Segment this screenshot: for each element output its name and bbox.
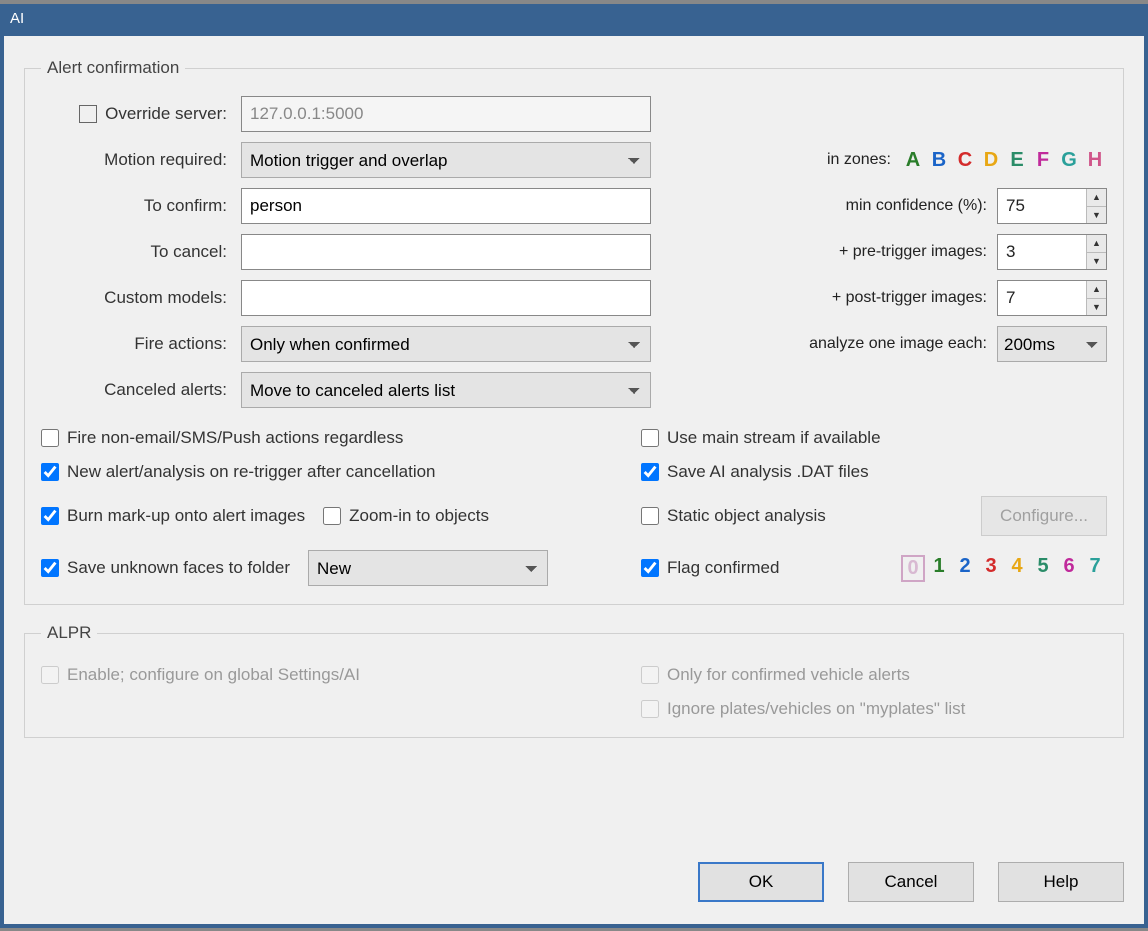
pre-trigger-label: + pre-trigger images:	[839, 243, 987, 261]
use-main-stream-checkbox[interactable]: Use main stream if available	[641, 428, 1107, 448]
custom-models-input[interactable]	[241, 280, 651, 316]
min-confidence-spinbox[interactable]: 75 ▲▼	[997, 188, 1107, 224]
cancel-button[interactable]: Cancel	[848, 862, 974, 902]
flag-number[interactable]: 5	[1031, 555, 1055, 582]
server-input[interactable]	[241, 96, 651, 132]
titlebar[interactable]: AI	[0, 4, 1148, 36]
static-object-checkbox[interactable]: Static object analysis	[641, 506, 826, 526]
save-dat-checkbox[interactable]: Save AI analysis .DAT files	[641, 462, 1107, 482]
help-button[interactable]: Help	[998, 862, 1124, 902]
ok-button[interactable]: OK	[698, 862, 824, 902]
configure-button[interactable]: Configure...	[981, 496, 1107, 536]
post-trigger-spinbox[interactable]: 7 ▲▼	[997, 280, 1107, 316]
alpr-ignore-myplates-checkbox: Ignore plates/vehicles on "myplates" lis…	[641, 699, 1107, 719]
alpr-confirmed-only-checkbox: Only for confirmed vehicle alerts	[641, 665, 1107, 685]
fire-actions-select[interactable]: Only when confirmed	[241, 326, 651, 362]
spin-up-icon[interactable]: ▲	[1087, 281, 1106, 299]
zone-letter[interactable]: G	[1057, 149, 1081, 172]
zone-letter[interactable]: A	[901, 149, 925, 172]
zone-letter[interactable]: D	[979, 149, 1003, 172]
spin-up-icon[interactable]: ▲	[1087, 235, 1106, 253]
alert-confirmation-legend: Alert confirmation	[41, 58, 185, 78]
to-cancel-label: To cancel:	[41, 242, 231, 262]
canceled-alerts-select[interactable]: Move to canceled alerts list	[241, 372, 651, 408]
client-area: Alert confirmation Override server: Moti…	[4, 36, 1144, 924]
post-trigger-label: + post-trigger images:	[832, 289, 987, 307]
spin-down-icon[interactable]: ▼	[1087, 253, 1106, 270]
flag-number[interactable]: 0	[901, 555, 925, 582]
faces-folder-select[interactable]: New	[308, 550, 548, 586]
min-confidence-label: min confidence (%):	[846, 197, 987, 215]
spin-down-icon[interactable]: ▼	[1087, 207, 1106, 224]
zone-letters[interactable]: ABCDEFGH	[901, 149, 1107, 172]
to-confirm-input[interactable]	[241, 188, 651, 224]
alpr-legend: ALPR	[41, 623, 97, 643]
analyze-each-label: analyze one image each:	[809, 335, 987, 353]
fire-regardless-checkbox[interactable]: Fire non-email/SMS/Push actions regardle…	[41, 428, 641, 448]
flag-number[interactable]: 4	[1005, 555, 1029, 582]
flag-number[interactable]: 2	[953, 555, 977, 582]
dialog-button-row: OK Cancel Help	[24, 840, 1124, 908]
custom-models-label: Custom models:	[41, 288, 231, 308]
alpr-enable-checkbox: Enable; configure on global Settings/AI	[41, 665, 641, 685]
alert-confirmation-group: Alert confirmation Override server: Moti…	[24, 58, 1124, 605]
spin-down-icon[interactable]: ▼	[1087, 299, 1106, 316]
motion-required-select[interactable]: Motion trigger and overlap	[241, 142, 651, 178]
ai-dialog: AI Alert confirmation Override server: M…	[0, 4, 1148, 928]
override-server-checkbox[interactable]	[79, 105, 97, 123]
save-faces-checkbox[interactable]: Save unknown faces to folder	[41, 558, 290, 578]
in-zones-label: in zones:	[827, 151, 891, 169]
new-alert-retrigger-checkbox[interactable]: New alert/analysis on re-trigger after c…	[41, 462, 641, 482]
to-confirm-label: To confirm:	[41, 196, 231, 216]
flag-number[interactable]: 7	[1083, 555, 1107, 582]
zone-letter[interactable]: E	[1005, 149, 1029, 172]
flag-numbers[interactable]: 01234567	[901, 555, 1107, 582]
flag-confirmed-checkbox[interactable]: Flag confirmed	[641, 558, 779, 578]
to-cancel-input[interactable]	[241, 234, 651, 270]
zone-letter[interactable]: B	[927, 149, 951, 172]
zone-letter[interactable]: H	[1083, 149, 1107, 172]
window-title: AI	[10, 10, 24, 27]
override-server-label: Override server:	[105, 104, 231, 124]
alpr-group: ALPR Enable; configure on global Setting…	[24, 623, 1124, 738]
fire-actions-label: Fire actions:	[41, 334, 231, 354]
spin-up-icon[interactable]: ▲	[1087, 189, 1106, 207]
zone-letter[interactable]: C	[953, 149, 977, 172]
flag-number[interactable]: 6	[1057, 555, 1081, 582]
flag-number[interactable]: 1	[927, 555, 951, 582]
zoom-in-checkbox[interactable]: Zoom-in to objects	[323, 506, 489, 526]
burn-markup-checkbox[interactable]: Burn mark-up onto alert images	[41, 506, 305, 526]
analyze-each-select[interactable]: 200ms	[997, 326, 1107, 362]
pre-trigger-spinbox[interactable]: 3 ▲▼	[997, 234, 1107, 270]
flag-number[interactable]: 3	[979, 555, 1003, 582]
motion-required-label: Motion required:	[41, 150, 231, 170]
canceled-alerts-label: Canceled alerts:	[41, 380, 231, 400]
zone-letter[interactable]: F	[1031, 149, 1055, 172]
